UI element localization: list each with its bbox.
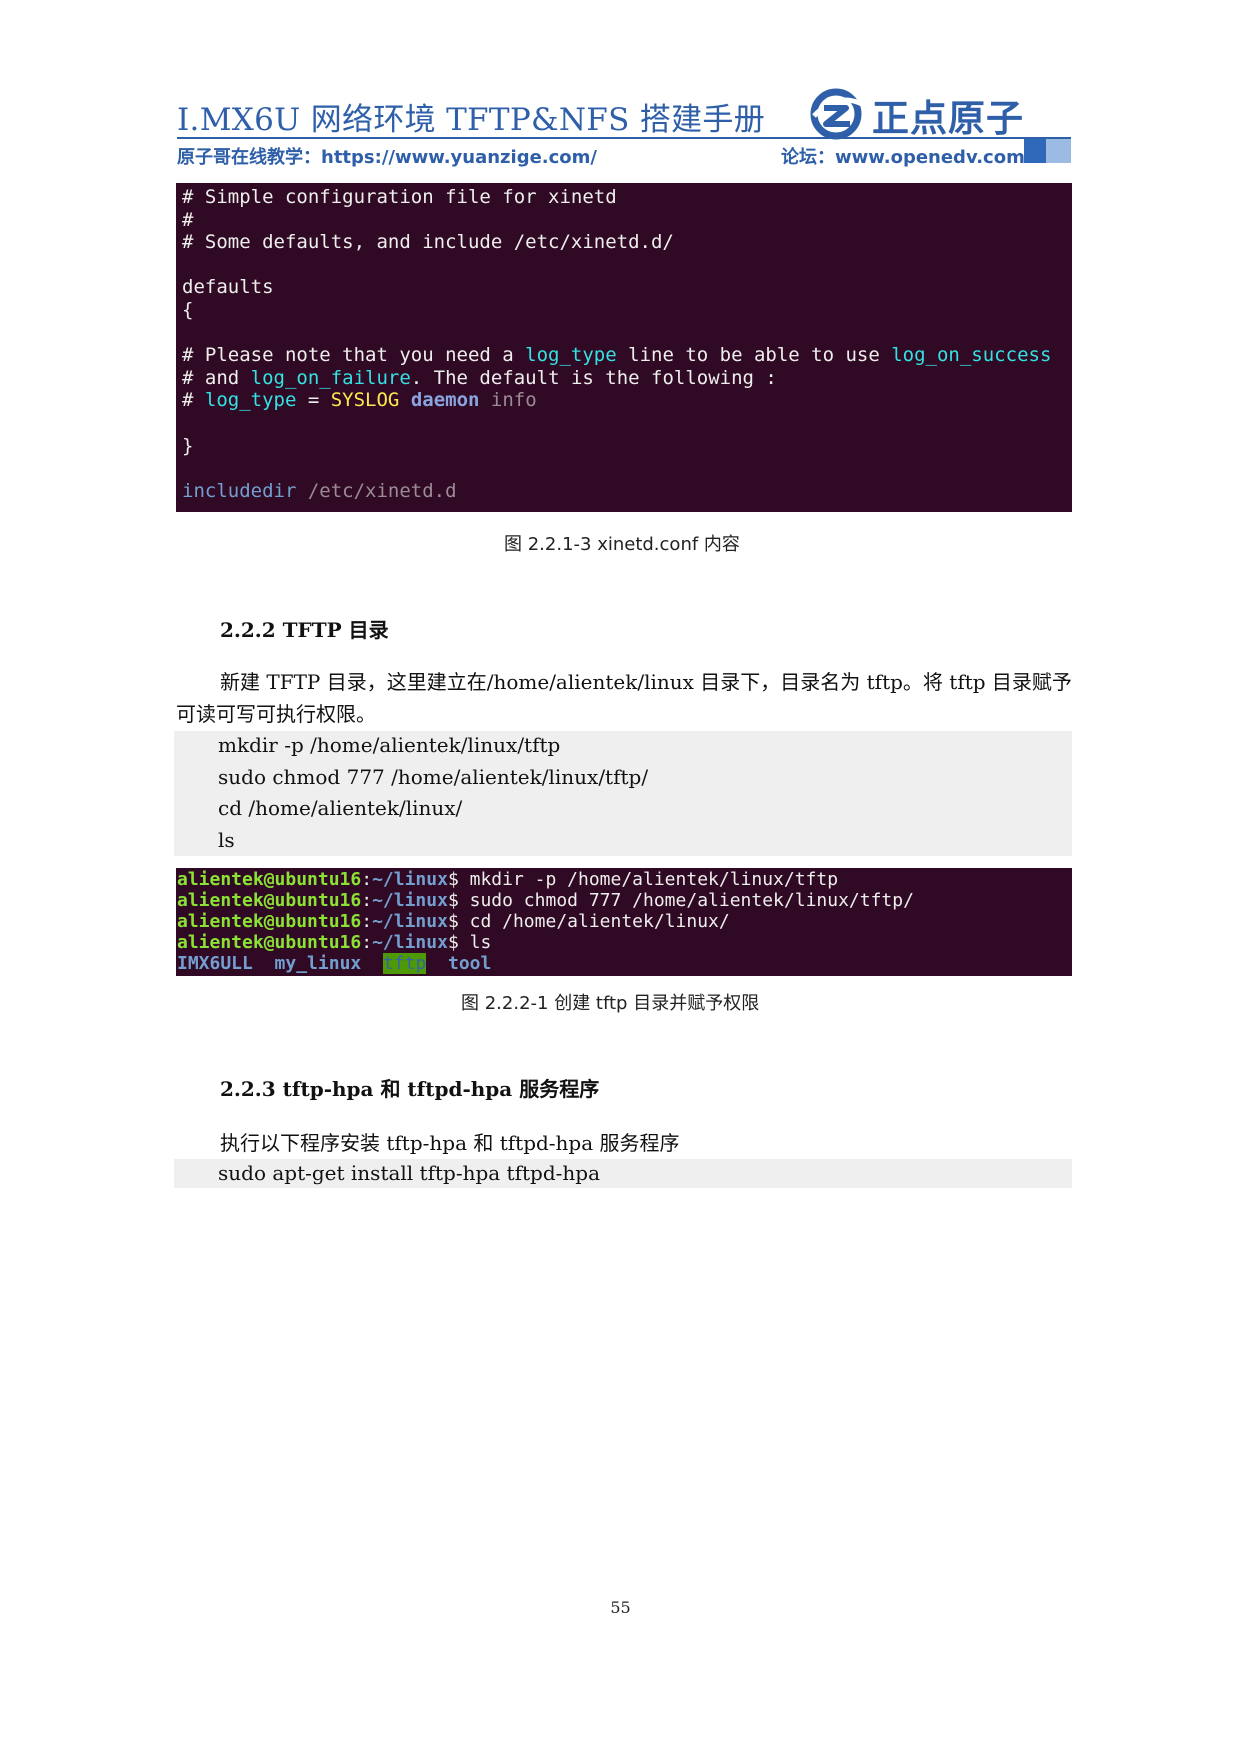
ls-entry-highlighted: tftp [382, 953, 427, 974]
header-accent-light [1046, 139, 1071, 163]
terminal-token: includedir [182, 479, 297, 502]
prompt-path: ~/linux [372, 932, 448, 953]
terminal-line: alientek@ubuntu16:~/linux$ cd /home/alie… [177, 911, 1072, 932]
paragraph-line: 执行以下程序安装 tftp-hpa 和 tftpd-hpa 服务程序 [220, 1131, 680, 1155]
terminal-command: sudo chmod 777 /home/alientek/linux/tftp… [458, 890, 914, 911]
document-title: I.MX6U 网络环境 TFTP&NFS 搭建手册 [177, 102, 766, 138]
code-block: mkdir -p /home/alientek/linux/tftp sudo … [174, 731, 1072, 856]
logo-text: 正点原子 [872, 97, 1024, 140]
terminal-line: alientek@ubuntu16:~/linux$ sudo chmod 77… [177, 890, 1072, 911]
ls-entry: tool [447, 953, 492, 974]
xinetd-conf-terminal: # Simple configuration file for xinetd #… [176, 183, 1072, 512]
prompt-path: ~/linux [372, 890, 448, 911]
header-rule [177, 137, 1071, 139]
terminal-token: line to be able to use [616, 344, 892, 367]
ls-gap [361, 953, 383, 974]
tftp-mkdir-terminal: alientek@ubuntu16:~/linux$ mkdir -p /hom… [176, 868, 1072, 976]
terminal-line: # log_type = SYSLOG daemon info [182, 389, 1072, 412]
prompt-dollar: $ [447, 932, 459, 953]
terminal-token: daemon [399, 389, 480, 412]
code-line: sudo apt-get install tftp-hpa tftpd-hpa [218, 1161, 601, 1185]
terminal-line: # Simple configuration file for xinetd [182, 186, 617, 208]
terminal-line: alientek@ubuntu16:~/linux$ mkdir -p /hom… [177, 869, 1072, 890]
paragraph-line: 新建 TFTP 目录，这里建立在/home/alientek/linux 目录下… [220, 670, 1072, 694]
logo-icon [810, 88, 864, 140]
code-block: sudo apt-get install tftp-hpa tftpd-hpa [174, 1159, 1072, 1188]
ls-entry: my_linux [274, 953, 362, 974]
terminal-token: . The default is the following : [410, 366, 777, 389]
ls-gap [426, 953, 448, 974]
terminal-token: log_on_success [891, 344, 1052, 367]
prompt-path: ~/linux [372, 869, 448, 890]
prompt-user: alientek@ubuntu16 [177, 869, 362, 890]
section-heading: 2.2.2 TFTP 目录 [220, 618, 389, 642]
terminal-line: { [182, 298, 194, 321]
code-line: ls [218, 828, 235, 852]
brand-logo: 正点原子 [808, 86, 1023, 142]
figure-caption: 图 2.2.2-1 创建 tftp 目录并赋予权限 [461, 993, 760, 1014]
prompt-dollar: $ [447, 890, 459, 911]
terminal-token: # [182, 389, 205, 412]
prompt-user: alientek@ubuntu16 [177, 911, 362, 932]
header-accent-dark [1024, 139, 1046, 163]
ls-gap [253, 953, 275, 974]
terminal-token: log_type [204, 389, 297, 412]
terminal-line: # Some defaults, and include /etc/xinetd… [182, 231, 674, 254]
header-website: 原子哥在线教学：https://www.yuanzige.com/ [177, 147, 597, 168]
ls-entry: IMX6ULL [177, 953, 253, 974]
terminal-line: alientek@ubuntu16:~/linux$ ls [177, 932, 1072, 953]
terminal-command: ls [458, 932, 492, 953]
prompt-path: ~/linux [372, 911, 448, 932]
terminal-token: log_type [525, 344, 617, 367]
terminal-token: = [296, 389, 331, 412]
page-number: 55 [610, 1598, 631, 1617]
prompt-colon: : [361, 932, 373, 953]
terminal-token: # Please note that you need a [182, 344, 526, 367]
terminal-token: log_on_failure [250, 366, 411, 389]
section-heading: 2.2.3 tftp-hpa 和 tftpd-hpa 服务程序 [220, 1077, 600, 1101]
prompt-colon: : [361, 911, 373, 932]
terminal-token: /etc/xinetd.d [296, 479, 457, 502]
terminal-line: IMX6ULL my_linux tftp tool [177, 953, 1072, 974]
code-line: mkdir -p /home/alientek/linux/tftp [218, 733, 561, 757]
prompt-dollar: $ [447, 869, 459, 890]
code-line: sudo chmod 777 /home/alientek/linux/tftp… [218, 765, 649, 789]
header-forum: 论坛：www.openedv.com [781, 147, 1025, 168]
prompt-dollar: $ [447, 911, 459, 932]
terminal-line: defaults [182, 276, 274, 299]
terminal-command: mkdir -p /home/alientek/linux/tftp [458, 869, 839, 890]
terminal-line: includedir /etc/xinetd.d [182, 480, 1072, 503]
prompt-user: alientek@ubuntu16 [177, 932, 362, 953]
terminal-line: # [182, 208, 194, 231]
terminal-line: # Please note that you need a log_type l… [182, 344, 1072, 367]
prompt-user: alientek@ubuntu16 [177, 890, 362, 911]
terminal-line: # and log_on_failure. The default is the… [182, 367, 1072, 390]
code-line: cd /home/alientek/linux/ [218, 796, 463, 820]
terminal-token: info [479, 389, 537, 412]
terminal-token: # and [182, 366, 251, 389]
terminal-line: } [182, 434, 194, 457]
prompt-colon: : [361, 869, 373, 890]
prompt-colon: : [361, 890, 373, 911]
paragraph-line: 可读可写可执行权限。 [176, 702, 376, 726]
terminal-command: cd /home/alientek/linux/ [458, 911, 730, 932]
terminal-token: SYSLOG [330, 389, 400, 412]
figure-caption: 图 2.2.1-3 xinetd.conf 内容 [504, 534, 740, 555]
